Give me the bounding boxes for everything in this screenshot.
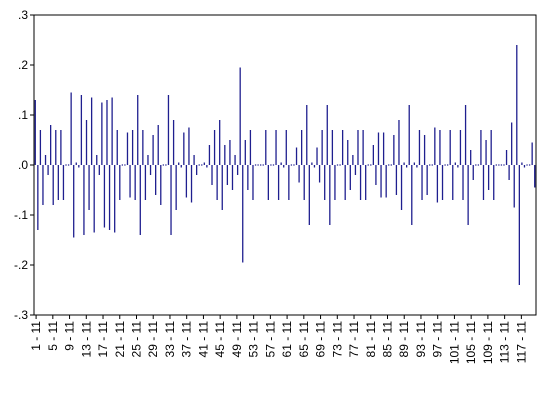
x-tick-label: 69 - 11	[314, 321, 328, 358]
x-tick-label: 5 - 11	[46, 321, 60, 351]
y-tick-label: -.3	[14, 308, 28, 322]
correlogram-chart: .3 .2 .1 .0 -.1 -.2 -.3 1 - 11 5 - 11 9 - 11 13 -…	[0, 0, 550, 402]
x-tick-label: 49 - 11	[230, 321, 244, 358]
x-tick-label: 117 - 11	[514, 321, 528, 364]
x-tick-label: 21 - 11	[113, 321, 127, 358]
x-tick-label: 113 - 11	[498, 321, 512, 364]
x-tick-label: 93 - 11	[414, 321, 428, 358]
x-tick-label: 29 - 11	[146, 321, 160, 358]
x-tick-label: 109 - 11	[481, 321, 495, 364]
x-tick-label: 33 - 11	[163, 321, 177, 358]
y-tick-label: .2	[18, 58, 28, 72]
x-tick-label: 85 - 11	[380, 321, 394, 358]
x-tick-label: 9 - 11	[63, 321, 77, 351]
x-tick-label: 25 - 11	[129, 321, 143, 358]
y-tick-label: .0	[18, 158, 28, 172]
y-tick-label: -.1	[14, 208, 28, 222]
x-tick-label: 41 - 11	[196, 321, 210, 358]
x-axis: 1 - 11 5 - 11 9 - 11 13 - 11 17 - 11 21 - 11 2…	[29, 315, 528, 364]
x-tick-label: 53 - 11	[247, 321, 261, 358]
y-tick-label: -.2	[14, 258, 28, 272]
bars-layer	[34, 45, 536, 285]
x-tick-label: 97 - 11	[431, 321, 445, 358]
x-tick-label: 101 - 11	[447, 321, 461, 364]
x-tick-label: 65 - 11	[297, 321, 311, 358]
x-tick-label: 57 - 11	[263, 321, 277, 358]
x-tick-label: 13 - 11	[79, 321, 93, 358]
x-tick-label: 17 - 11	[96, 321, 110, 358]
y-axis: .3 .2 .1 .0 -.1 -.2 -.3	[14, 8, 34, 322]
x-tick-label: 77 - 11	[347, 321, 361, 358]
x-tick-label: 81 - 11	[364, 321, 378, 358]
x-tick-label: 105 - 11	[464, 321, 478, 364]
x-tick-label: 89 - 11	[397, 321, 411, 358]
x-tick-label: 37 - 11	[180, 321, 194, 358]
x-tick-label: 61 - 11	[280, 321, 294, 358]
y-tick-label: .3	[18, 8, 28, 22]
x-tick-label: 1 - 11	[29, 321, 43, 351]
x-tick-label: 73 - 11	[330, 321, 344, 358]
chart-svg: .3 .2 .1 .0 -.1 -.2 -.3 1 - 11 5 - 11 9 - 11 13 -…	[14, 8, 537, 364]
y-tick-label: .1	[18, 108, 28, 122]
x-tick-label: 45 - 11	[213, 321, 227, 358]
